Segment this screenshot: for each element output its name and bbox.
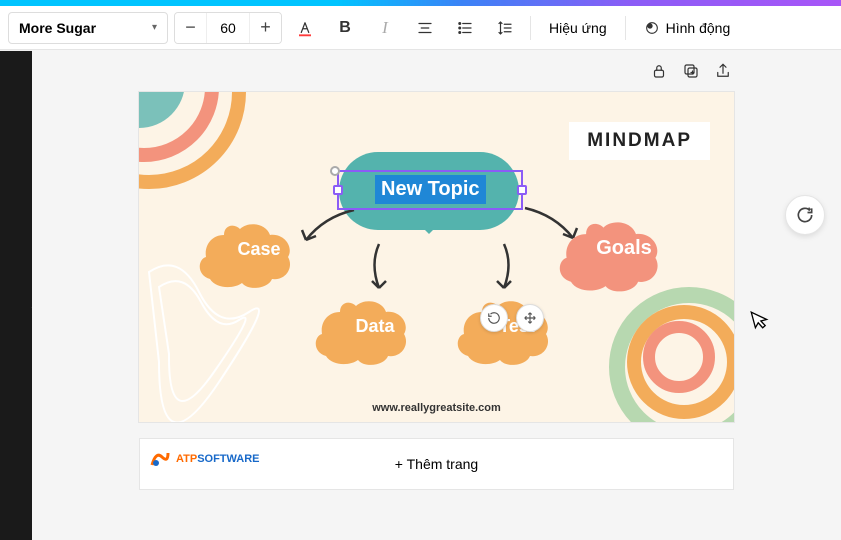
- cursor-icon: [749, 306, 772, 332]
- decorative-brush: [594, 272, 734, 422]
- text-color-button[interactable]: [288, 12, 322, 44]
- node-data-label: Data: [355, 316, 394, 337]
- align-center-icon: [416, 19, 434, 37]
- slide-tools: [139, 50, 734, 92]
- mindmap-title[interactable]: MINDMAP: [569, 122, 710, 160]
- chevron-down-icon: ▾: [152, 22, 157, 33]
- font-name: More Sugar: [19, 20, 96, 36]
- font-size-decrease-button[interactable]: −: [175, 12, 207, 44]
- refresh-plus-icon: [795, 205, 815, 225]
- animation-button[interactable]: Hình động: [634, 12, 741, 44]
- rotate-handle[interactable]: [480, 304, 508, 332]
- node-goals-label: Goals: [596, 237, 652, 260]
- font-size-stepper: − 60 +: [174, 12, 282, 44]
- selection-handle-left[interactable]: [333, 185, 343, 195]
- lock-icon: [650, 62, 668, 80]
- node-data[interactable]: Data: [315, 287, 435, 365]
- separator: [625, 16, 626, 40]
- italic-button[interactable]: I: [368, 12, 402, 44]
- node-case[interactable]: Case: [199, 210, 319, 288]
- bullet-list-button[interactable]: [448, 12, 482, 44]
- central-topic-text[interactable]: New Topic: [375, 175, 486, 204]
- lock-slide-button[interactable]: [648, 60, 670, 82]
- text-toolbar: More Sugar ▾ − 60 + B I Hiệu ứng Hình độ…: [0, 6, 841, 50]
- line-spacing-button[interactable]: [488, 12, 522, 44]
- export-slide-button[interactable]: [712, 60, 734, 82]
- selection-handle-right[interactable]: [517, 185, 527, 195]
- text-color-icon: [296, 19, 314, 37]
- font-size-increase-button[interactable]: +: [249, 12, 281, 44]
- animation-icon: [644, 20, 660, 36]
- move-handle[interactable]: [516, 304, 544, 332]
- selection-floating-handles: [480, 304, 544, 332]
- rotate-icon: [487, 311, 501, 325]
- separator: [530, 16, 531, 40]
- align-button[interactable]: [408, 12, 442, 44]
- duplicate-icon: [682, 62, 700, 80]
- add-page-label: + Thêm trang: [395, 456, 478, 472]
- slide-canvas[interactable]: MINDMAP Case Goals Data Test New Top: [139, 92, 734, 422]
- add-page-button[interactable]: ATPSOFTWARE + Thêm trang: [139, 438, 734, 490]
- spacing-icon: [496, 19, 514, 37]
- atp-logo: ATPSOFTWARE: [148, 447, 260, 471]
- mouse-cursor: [749, 306, 773, 337]
- decorative-arcs: [139, 92, 289, 202]
- bold-button[interactable]: B: [328, 12, 362, 44]
- canvas-area: MINDMAP Case Goals Data Test New Top: [32, 50, 841, 540]
- export-icon: [714, 62, 732, 80]
- website-url: www.reallygreatsite.com: [139, 402, 734, 414]
- rotation-anchor[interactable]: [330, 166, 340, 176]
- font-size-value[interactable]: 60: [207, 20, 249, 36]
- font-family-picker[interactable]: More Sugar ▾: [8, 12, 168, 44]
- node-goals[interactable]: Goals: [559, 207, 689, 289]
- duplicate-slide-button[interactable]: [680, 60, 702, 82]
- list-icon: [456, 19, 474, 37]
- move-icon: [523, 311, 537, 325]
- atp-logo-icon: [148, 447, 172, 471]
- node-case-label: Case: [237, 239, 280, 260]
- quick-action-fab[interactable]: [785, 195, 825, 235]
- effects-button[interactable]: Hiệu ứng: [539, 12, 617, 44]
